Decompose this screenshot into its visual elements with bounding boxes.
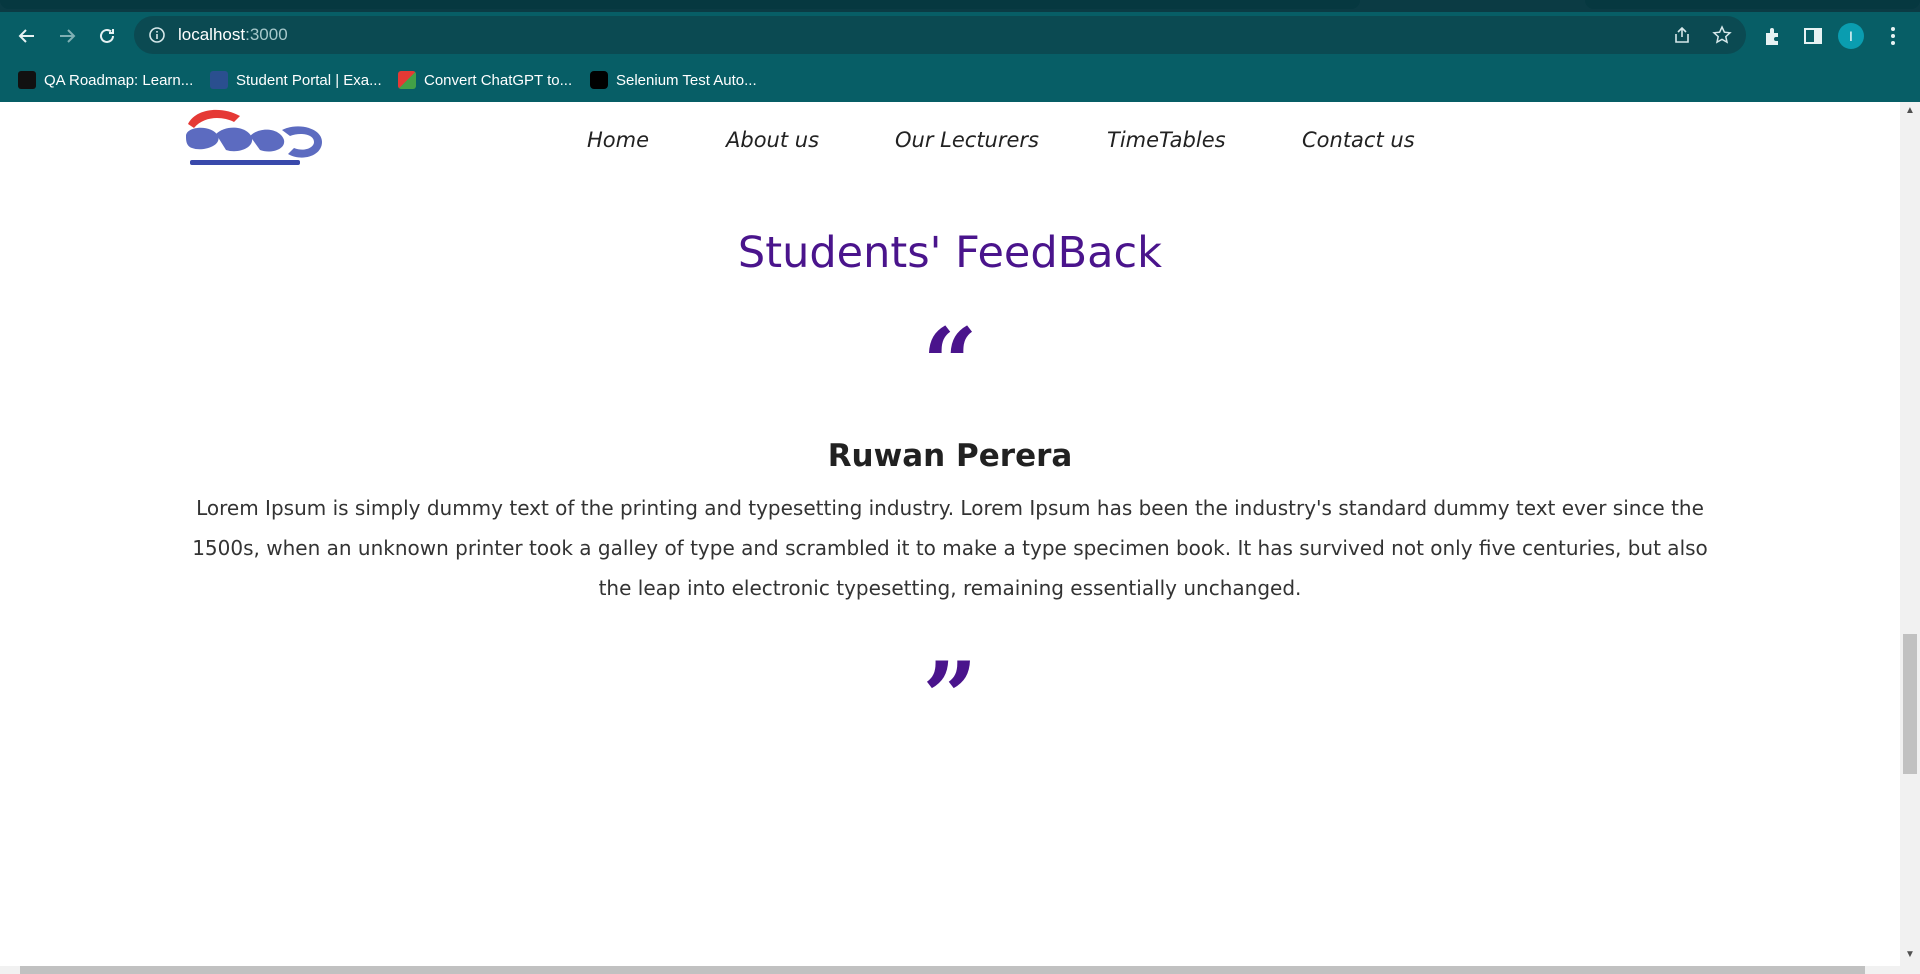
- bookmark-item[interactable]: QA Roadmap: Learn...: [18, 68, 193, 92]
- bookmark-label: Student Portal | Exa...: [236, 71, 382, 89]
- more-menu-icon[interactable]: [1882, 25, 1904, 47]
- feedback-section-title: Students' FeedBack: [737, 228, 1163, 278]
- site-logo[interactable]: [182, 106, 328, 170]
- bookmarks-bar: QA Roadmap: Learn... Student Portal | Ex…: [0, 58, 1920, 102]
- reload-icon: [100, 28, 114, 43]
- bookmark-label: Selenium Test Auto...: [616, 71, 757, 89]
- share-icon[interactable]: [1672, 25, 1692, 45]
- bookmark-star-icon[interactable]: [1712, 25, 1732, 45]
- forward-arrow-icon: [60, 29, 76, 43]
- student-portal-favicon-icon: [210, 71, 228, 89]
- bookmark-label: Convert ChatGPT to...: [424, 71, 573, 89]
- roadmap-favicon-icon: [18, 71, 36, 89]
- tab-strip: [0, 0, 1920, 12]
- profile-avatar[interactable]: I: [1838, 23, 1864, 49]
- back-button[interactable]: [10, 19, 44, 53]
- browser-tab[interactable]: [1585, 0, 1920, 9]
- bookmark-item[interactable]: Student Portal | Exa...: [210, 68, 382, 92]
- site-header: Home About us Our Lecturers TimeTables C…: [0, 102, 1900, 180]
- open-quote-icon: “: [922, 307, 978, 420]
- nav-home[interactable]: Home: [587, 128, 649, 152]
- back-arrow-icon: [18, 29, 34, 43]
- feedback-text: Lorem Ipsum is simply dummy text of the …: [192, 496, 1708, 600]
- reload-button[interactable]: [90, 19, 124, 53]
- site-info-icon[interactable]: [148, 26, 166, 44]
- browser-tab[interactable]: [0, 0, 1360, 9]
- side-panel-icon[interactable]: [1802, 25, 1824, 47]
- extensions-icon[interactable]: [1762, 25, 1784, 47]
- nav-about-us[interactable]: About us: [726, 128, 819, 152]
- url-text[interactable]: localhost:3000: [178, 25, 288, 45]
- horizontal-scroll-thumb[interactable]: [20, 966, 1865, 974]
- scroll-up-arrow-icon[interactable]: ▲: [1905, 106, 1915, 116]
- nav-timetables[interactable]: TimeTables: [1107, 128, 1226, 152]
- nav-contact-us[interactable]: Contact us: [1302, 128, 1415, 152]
- nav-our-lecturers[interactable]: Our Lecturers: [895, 128, 1039, 152]
- chatgpt-convert-favicon-icon: [398, 71, 416, 89]
- forward-button[interactable]: [50, 19, 84, 53]
- address-bar[interactable]: localhost:3000: [134, 16, 1746, 54]
- scroll-down-arrow-icon[interactable]: ▼: [1905, 950, 1915, 960]
- browser-toolbar: localhost:3000 I: [0, 12, 1920, 58]
- bookmark-item[interactable]: Convert ChatGPT to...: [398, 68, 572, 92]
- vertical-scrollbar[interactable]: ▲ ▼: [1900, 102, 1920, 966]
- page-viewport: Home About us Our Lecturers TimeTables C…: [0, 102, 1900, 966]
- url-port: :3000: [245, 25, 288, 44]
- medium-favicon-icon: [590, 71, 608, 89]
- vertical-scroll-thumb[interactable]: [1903, 634, 1917, 774]
- horizontal-scrollbar[interactable]: [0, 966, 1920, 974]
- url-host: localhost: [178, 25, 246, 44]
- close-quote-icon: ”: [922, 641, 978, 754]
- bookmark-item[interactable]: Selenium Test Auto...: [590, 68, 757, 92]
- bookmark-label: QA Roadmap: Learn...: [44, 71, 194, 89]
- student-name: Ruwan Perera: [827, 438, 1073, 474]
